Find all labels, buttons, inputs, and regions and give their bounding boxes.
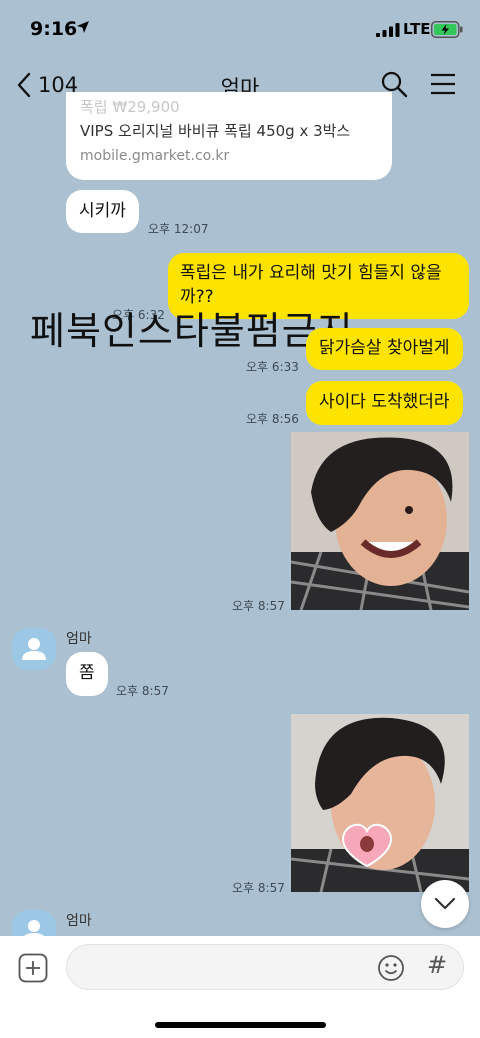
battery-charging-icon (431, 21, 463, 38)
message-time: 오후 12:07 (148, 222, 209, 236)
message-time: 오후 8:57 (232, 599, 285, 613)
message-input[interactable] (83, 955, 363, 979)
chevron-down-icon (434, 897, 456, 910)
link-preview-card[interactable]: 폭립 ₩29,900 VIPS 오리지널 바비큐 폭립 450g x 3박스 m… (66, 92, 392, 180)
message-bubble-outgoing[interactable]: 닭가슴살 찾아벌게 (306, 328, 463, 370)
avatar[interactable] (12, 628, 56, 670)
status-bar: 9:16 LTE (0, 0, 480, 56)
message-time: 오후 8:57 (116, 684, 169, 698)
message-time: 오후 8:57 (232, 881, 285, 895)
link-title: VIPS 오리지널 바비큐 폭립 450g x 3박스 (80, 122, 351, 140)
message-input-box: # (66, 944, 464, 990)
sender-name: 엄마 (66, 631, 92, 647)
menu-icon[interactable] (428, 69, 458, 99)
message-bubble-outgoing[interactable]: 사이다 도착했더라 (306, 381, 463, 425)
cellular-signal-icon (376, 23, 400, 37)
scroll-to-bottom-button[interactable] (421, 880, 469, 928)
photo-message[interactable] (291, 432, 469, 610)
status-time: 9:16 (30, 18, 78, 40)
hashtag-search-button[interactable]: # (427, 951, 447, 979)
message-bubble-incoming[interactable]: 시키까 (66, 190, 139, 233)
message-time: 오후 6:33 (246, 360, 299, 374)
link-price: 폭립 ₩29,900 (80, 98, 180, 116)
emoji-icon[interactable] (377, 954, 405, 982)
attach-plus-icon[interactable] (18, 953, 48, 983)
message-bubble-incoming[interactable]: 쫌 (66, 652, 108, 696)
home-indicator (155, 1022, 326, 1028)
link-url: mobile.gmarket.co.kr (80, 148, 230, 164)
message-composer: # (0, 936, 480, 1038)
message-time: 오후 8:56 (246, 412, 299, 426)
location-arrow-icon (77, 21, 89, 33)
network-type: LTE (403, 20, 431, 38)
sender-name: 엄마 (66, 913, 92, 929)
photo-message[interactable] (291, 714, 469, 892)
user-icon (22, 638, 46, 660)
